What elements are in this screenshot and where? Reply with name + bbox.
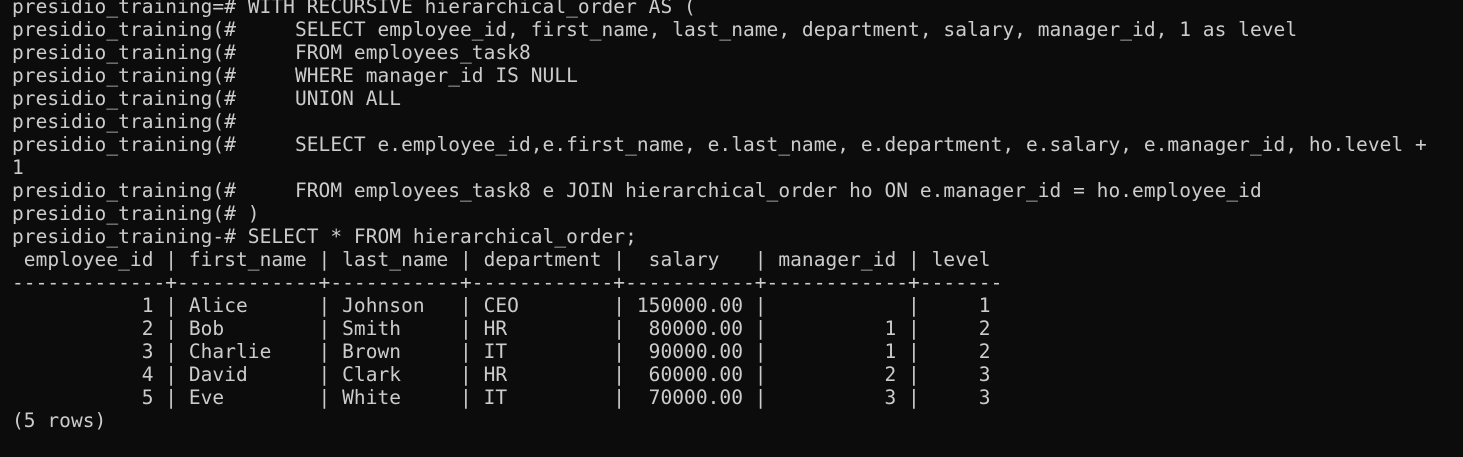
- row-count-footer: (5 rows): [12, 409, 107, 432]
- terminal-line: presidio_training(# FROM employees_task8: [12, 41, 531, 64]
- result-separator-row: -------------+------------+-----------+-…: [12, 271, 1003, 294]
- table-row: 4 | David | Clark | HR | 60000.00 | 2 | …: [12, 363, 991, 386]
- terminal-line: presidio_training(# WHERE manager_id IS …: [12, 64, 578, 87]
- terminal-line: presidio_training(# SELECT e.employee_id…: [12, 133, 1427, 156]
- table-row: 3 | Charlie | Brown | IT | 90000.00 | 1 …: [12, 340, 991, 363]
- result-header-row: employee_id | first_name | last_name | d…: [12, 248, 991, 271]
- terminal-line: presidio_training=# WITH RECURSIVE hiera…: [12, 0, 696, 18]
- terminal-line: presidio_training(# UNION ALL: [12, 87, 402, 110]
- table-row: 1 | Alice | Johnson | CEO | 150000.00 | …: [12, 294, 991, 317]
- terminal-line: presidio_training(#: [12, 110, 237, 133]
- table-row: 2 | Bob | Smith | HR | 80000.00 | 1 | 2: [12, 317, 991, 340]
- terminal-window: { "terminal": { "lines": [ "presidio_tra…: [0, 0, 1463, 457]
- terminal-line: presidio_training(# FROM employees_task8…: [12, 179, 1262, 202]
- table-row: 5 | Eve | White | IT | 70000.00 | 3 | 3: [12, 386, 991, 409]
- terminal-line: presidio_training(# SELECT employee_id, …: [12, 18, 1298, 41]
- terminal-line: presidio_training(# ): [12, 202, 260, 225]
- terminal-line: 1: [12, 156, 24, 179]
- terminal-output[interactable]: presidio_training=# WITH RECURSIVE hiera…: [12, 0, 1463, 457]
- terminal-line: presidio_training-# SELECT * FROM hierar…: [12, 225, 637, 248]
